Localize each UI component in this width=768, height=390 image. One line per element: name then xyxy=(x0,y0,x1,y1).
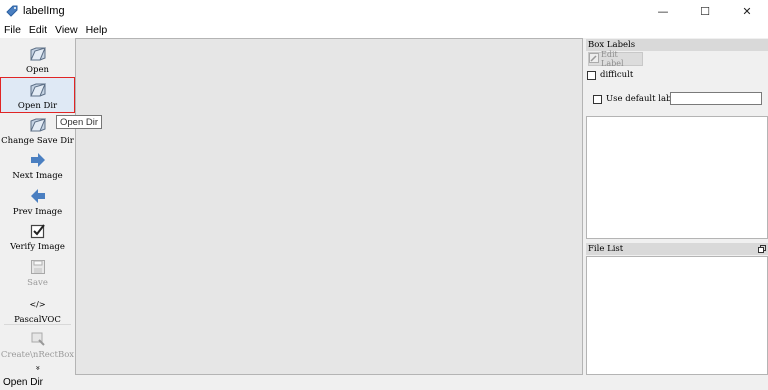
window-title: labelImg xyxy=(23,5,65,17)
pencil-icon xyxy=(589,53,599,65)
chevron-double-down-icon: » xyxy=(33,365,43,371)
use-default-label-row: Use default label xyxy=(593,94,679,104)
labelimg-logo-icon xyxy=(4,3,20,19)
open-button[interactable]: Open xyxy=(0,44,75,75)
open-dir-label: Open Dir xyxy=(17,101,58,111)
folder-open-icon xyxy=(28,44,48,64)
status-bar: Open Dir xyxy=(0,375,768,390)
save-label: Save xyxy=(27,278,48,288)
title-bar: labelImg — ☐ ✕ xyxy=(0,0,768,22)
menu-view[interactable]: View xyxy=(51,24,82,36)
toolbar-extension-button[interactable]: » xyxy=(0,364,75,372)
folder-open-icon xyxy=(28,115,48,135)
verify-image-label: Verify Image xyxy=(10,242,65,252)
toolbar: Open Open Dir Change Save Dir Next Image… xyxy=(0,38,75,375)
prev-image-button[interactable]: Prev Image xyxy=(0,186,75,217)
verify-image-button[interactable]: Verify Image xyxy=(0,221,75,252)
maximize-button[interactable]: ☐ xyxy=(684,0,726,22)
menu-edit[interactable]: Edit xyxy=(25,24,51,36)
prev-image-label: Prev Image xyxy=(12,207,63,217)
save-button[interactable]: Save xyxy=(0,257,75,288)
difficult-row: difficult xyxy=(587,70,633,80)
create-rectbox-label: Create\nRectBox xyxy=(0,350,75,360)
next-image-label: Next Image xyxy=(12,171,63,181)
tooltip: Open Dir xyxy=(56,115,103,129)
folder-open-icon xyxy=(28,80,48,100)
dock-float-icon[interactable] xyxy=(758,245,766,255)
next-image-button[interactable]: Next Image xyxy=(0,150,75,181)
difficult-label: difficult xyxy=(600,70,634,80)
arrow-right-icon xyxy=(28,150,48,170)
default-label-input[interactable] xyxy=(670,92,762,105)
menu-help[interactable]: Help xyxy=(82,24,112,36)
edit-label-button[interactable]: Edit Label xyxy=(588,50,643,68)
change-save-dir-label: Change Save Dir xyxy=(1,136,74,146)
file-list-title: File List xyxy=(586,243,768,255)
arrow-left-icon xyxy=(28,186,48,206)
checkbox-checked-icon xyxy=(28,221,48,241)
image-canvas[interactable] xyxy=(75,38,583,375)
use-default-label-text: Use default label xyxy=(606,94,680,104)
label-list[interactable] xyxy=(586,116,768,239)
draw-rectangle-icon xyxy=(28,329,48,349)
menu-bar: File Edit View Help xyxy=(0,22,768,38)
use-default-label-checkbox[interactable] xyxy=(593,94,602,104)
difficult-checkbox[interactable] xyxy=(587,70,596,80)
code-tag-icon: </> xyxy=(29,299,46,309)
edit-label-text: Edit Label xyxy=(601,50,624,68)
create-rectbox-button[interactable]: Create\nRectBox xyxy=(0,329,75,360)
minimize-button[interactable]: — xyxy=(642,0,684,22)
open-label: Open xyxy=(26,65,49,75)
close-button[interactable]: ✕ xyxy=(726,0,768,22)
floppy-disk-icon xyxy=(28,257,48,277)
toolbar-separator xyxy=(4,324,71,325)
menu-file[interactable]: File xyxy=(0,24,25,36)
file-list[interactable] xyxy=(586,256,768,375)
format-button[interactable]: </> PascalVOC xyxy=(0,294,75,326)
open-dir-button[interactable]: Open Dir xyxy=(0,77,75,113)
